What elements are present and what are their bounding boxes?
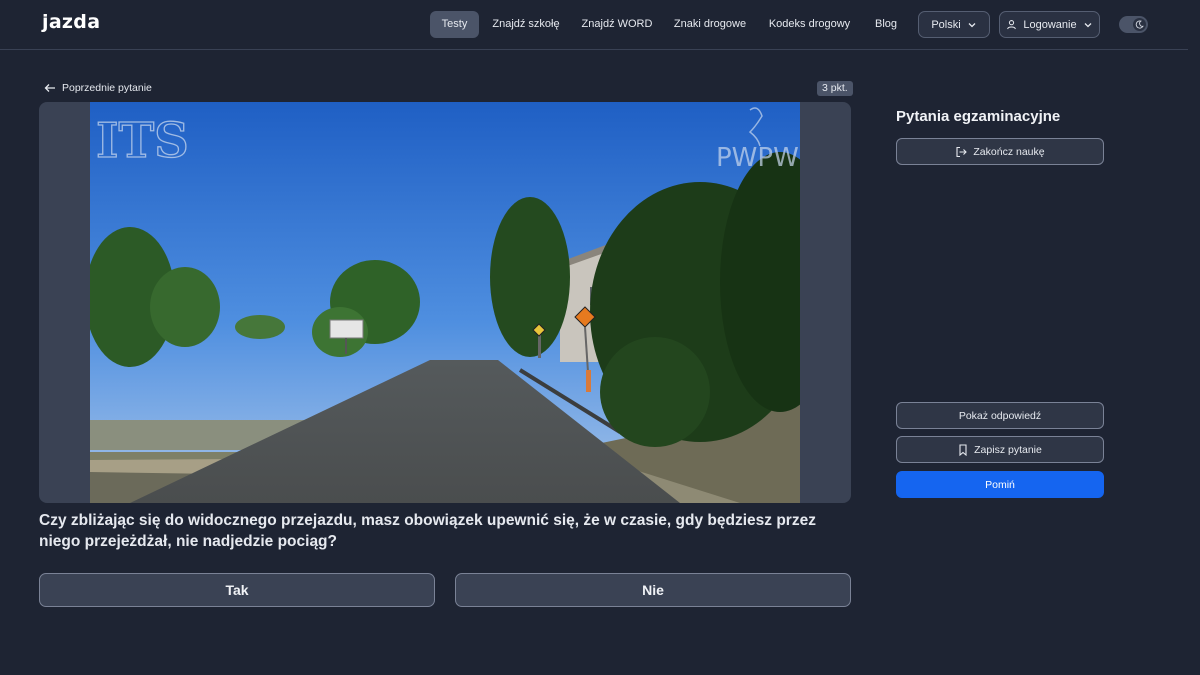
exit-icon <box>956 146 968 157</box>
nav-item-blog[interactable]: Blog <box>867 11 905 38</box>
its-watermark: ITS <box>96 113 189 169</box>
top-navbar: jazda Testy Znajdź szkołę Znajdź WORD Zn… <box>0 0 1188 50</box>
nav-item-testy[interactable]: Testy <box>430 11 479 38</box>
answer-yes-button[interactable]: Tak <box>39 573 435 607</box>
question-text: Czy zbliżając się do widocznego przejazd… <box>39 512 816 550</box>
chevron-down-icon <box>1084 22 1092 27</box>
points-badge: 3 pkt. <box>817 81 853 96</box>
skip-label: Pomiń <box>985 478 1015 491</box>
chevron-down-icon <box>968 22 976 27</box>
bookmark-icon <box>959 443 967 456</box>
show-answer-label: Pokaż odpowiedź <box>958 409 1042 422</box>
answer-no-button[interactable]: Nie <box>455 573 851 607</box>
show-answer-button[interactable]: Pokaż odpowiedź <box>896 402 1104 429</box>
question-media: ITS PWPW <box>39 102 851 503</box>
nav-item-znaki-drogowe[interactable]: Znaki drogowe <box>668 11 752 38</box>
logo[interactable]: jazda <box>42 11 100 33</box>
login-button[interactable]: Logowanie <box>999 11 1100 38</box>
skip-button[interactable]: Pomiń <box>896 471 1104 498</box>
pwpw-watermark: PWPW <box>716 143 799 173</box>
save-question-label: Zapisz pytanie <box>974 443 1042 456</box>
road-scene-image: ITS PWPW <box>90 102 800 503</box>
finish-learning-label: Zakończ naukę <box>973 145 1045 158</box>
arrow-left-icon <box>44 84 55 92</box>
user-icon <box>1007 20 1017 30</box>
nav-item-kodeks-drogowy[interactable]: Kodeks drogowy <box>763 11 856 38</box>
save-question-button[interactable]: Zapisz pytanie <box>896 436 1104 463</box>
nav-item-znajdz-szkole[interactable]: Znajdź szkołę <box>485 11 567 38</box>
finish-learning-button[interactable]: Zakończ naukę <box>896 138 1104 165</box>
logo-text: jazda <box>42 11 101 33</box>
moon-icon <box>1133 18 1146 31</box>
theme-toggle[interactable] <box>1119 16 1148 33</box>
sidebar-title: Pytania egzaminacyjne <box>896 108 1061 125</box>
previous-question-label: Poprzednie pytanie <box>62 82 152 94</box>
nav-item-znajdz-word[interactable]: Znajdź WORD <box>578 11 656 38</box>
language-select[interactable]: Polski <box>918 11 990 38</box>
previous-question-link[interactable]: Poprzednie pytanie <box>44 81 152 95</box>
login-label: Logowanie <box>1023 18 1077 31</box>
language-label: Polski <box>931 18 961 31</box>
